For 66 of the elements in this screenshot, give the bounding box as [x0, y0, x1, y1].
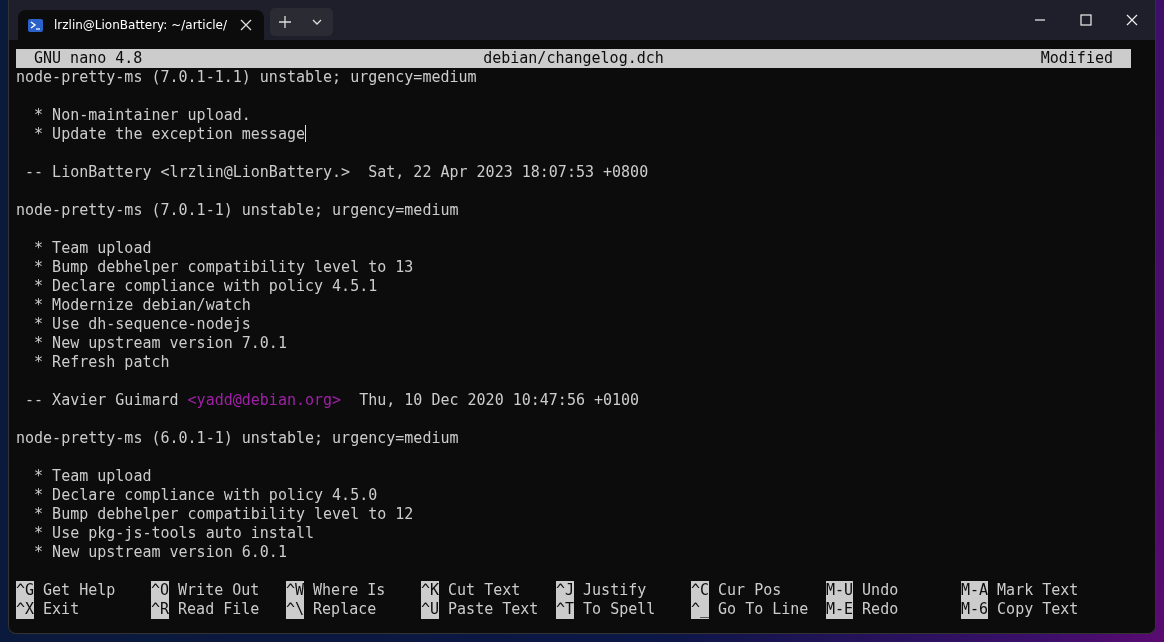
shortcut-key: M-A: [961, 581, 989, 600]
shortcut-key: ^C: [691, 581, 710, 600]
shortcut-label: Undo: [862, 581, 899, 600]
terminal-tab[interactable]: lrzlin@LionBattery: ~/article/: [18, 10, 264, 40]
maximize-icon: [1080, 14, 1092, 26]
tab-title: lrzlin@LionBattery: ~/article/: [54, 18, 227, 32]
shortcut-label: Get Help: [43, 581, 116, 600]
shortcut-label: Justify: [583, 581, 647, 600]
text-line: node-pretty-ms (7.0.1-1) unstable; urgency=medium: [16, 201, 459, 219]
signature-email: <lrzlin@LionBattery.>: [160, 163, 351, 181]
signature-name: -- Xavier Guimard: [24, 391, 180, 409]
shortcut-label: Where Is: [313, 581, 386, 600]
text-line: * Non-maintainer upload.: [33, 106, 251, 124]
shortcut-label: Exit: [43, 600, 80, 619]
text-line: node-pretty-ms (7.0.1-1.1) unstable; urgency=medium: [16, 68, 477, 86]
shortcut-key: ^T: [556, 600, 575, 619]
signature-name: -- LionBattery: [24, 163, 153, 181]
shortcut-label: Go To Line: [718, 600, 809, 619]
shortcut-label: Read File: [178, 600, 260, 619]
signature-date: Sat, 22 Apr 2023 18:07:53 +0800: [367, 163, 649, 181]
text-line: * Declare compliance with policy 4.5.0: [33, 486, 378, 504]
shortcut-label: Cut Text: [448, 581, 521, 600]
text-line: * Update the exception message: [33, 125, 305, 143]
shortcut-label: Cur Pos: [718, 581, 782, 600]
terminal-icon: [28, 18, 43, 32]
shortcut-key: M-6: [961, 600, 989, 619]
text-line: * Modernize debian/watch: [33, 296, 251, 314]
shortcut-key: ^O: [151, 581, 170, 600]
file-name: debian/changelog.dch: [483, 49, 664, 68]
shortcut-label: To Spell: [583, 600, 656, 619]
shortcut-key: ^U: [421, 600, 440, 619]
shortcut-label: Mark Text: [997, 581, 1079, 600]
shortcut-key: ^\: [286, 600, 305, 619]
nano-version: GNU nano 4.8: [33, 49, 143, 68]
shortcut-label: Redo: [862, 600, 899, 619]
shortcut-key: ^R: [151, 600, 170, 619]
shortcut-key: ^K: [421, 581, 440, 600]
shortcut-label: Write Out: [178, 581, 260, 600]
plus-icon: [278, 15, 292, 29]
close-tab-icon[interactable]: [238, 17, 254, 33]
text-line: * Team upload: [33, 239, 152, 257]
signature-email: <yadd@debian.org>: [187, 391, 342, 409]
text-line: * Use dh-sequence-nodejs: [33, 315, 251, 333]
shortcut-key: M-U: [826, 581, 854, 600]
shortcut-label: Replace: [313, 600, 377, 619]
text-line: * Bump debhelper compatibility level to 12: [33, 505, 414, 523]
text-line: * Bump debhelper compatibility level to 13: [33, 258, 414, 276]
shortcut-key: ^W: [286, 581, 305, 600]
shortcut-key: ^J: [556, 581, 575, 600]
close-icon: [1125, 13, 1139, 27]
text-line: node-pretty-ms (6.0.1-1) unstable; urgency=medium: [16, 429, 459, 447]
shortcut-key: ^X: [16, 600, 35, 619]
signature-date: Thu, 10 Dec 2020 10:47:56 +0100: [358, 391, 640, 409]
shortcut-label: Copy Text: [997, 600, 1079, 619]
text-line: * Team upload: [33, 467, 152, 485]
text-line: * Refresh patch: [33, 353, 170, 371]
caret-icon: [312, 19, 322, 25]
shortcut-label: Paste Text: [448, 600, 539, 619]
text-line: * Use pkg-js-tools auto install: [33, 524, 314, 542]
text-line: * New upstream version 7.0.1: [33, 334, 287, 352]
shortcut-key: M-E: [826, 600, 854, 619]
text-line: * New upstream version 6.0.1: [33, 543, 287, 561]
shortcut-key: ^G: [16, 581, 35, 600]
modified-status: Modified: [1040, 49, 1114, 68]
text-line: * Declare compliance with policy 4.5.1: [33, 277, 378, 295]
shortcut-key: ^_: [691, 600, 710, 619]
